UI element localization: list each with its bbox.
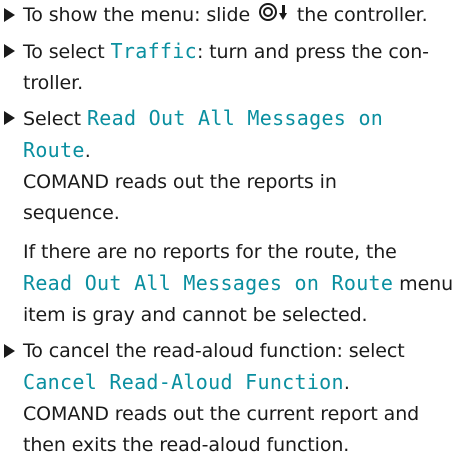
step-text: Select Read Out All Messages on Route. COM… [23,106,384,224]
bullet-arrow-icon [4,8,15,22]
step-text: To cancel the read-aloud function: selec… [23,340,420,456]
bullet-arrow-icon [4,111,15,125]
menu-item-read-out-all: Read Out All Messages on Route [23,271,394,295]
bullet-arrow-icon [4,44,15,58]
note-paragraph: If there are no reports for the route, t… [23,241,454,326]
step-read-out-all: Select Read Out All Messages on Route. COM… [4,103,464,229]
menu-item-read-out-all-line2: Route [23,138,85,162]
step-text: To select Traffic: turn and press the co… [23,39,429,94]
step-result: COMAND reads out the current report and [23,403,420,425]
menu-item-cancel-read-aloud: Cancel Read-Aloud Function [23,370,344,394]
step-text: To show the menu: slide the controller. [23,3,428,26]
step-result: COMAND reads out the reports in [23,171,337,193]
step-select-traffic: To select Traffic: turn and press the co… [4,36,464,99]
menu-item-read-out-all-line1: Read Out All Messages on [86,106,384,130]
bullet-arrow-icon [4,344,15,358]
menu-item-traffic: Traffic [110,39,197,63]
manual-page: To show the menu: slide the controller. … [0,0,472,456]
step-show-menu: To show the menu: slide the controller. [4,0,464,31]
controller-slide-down-icon [258,3,289,25]
step-cancel-read-aloud: To cancel the read-aloud function: selec… [4,336,464,461]
